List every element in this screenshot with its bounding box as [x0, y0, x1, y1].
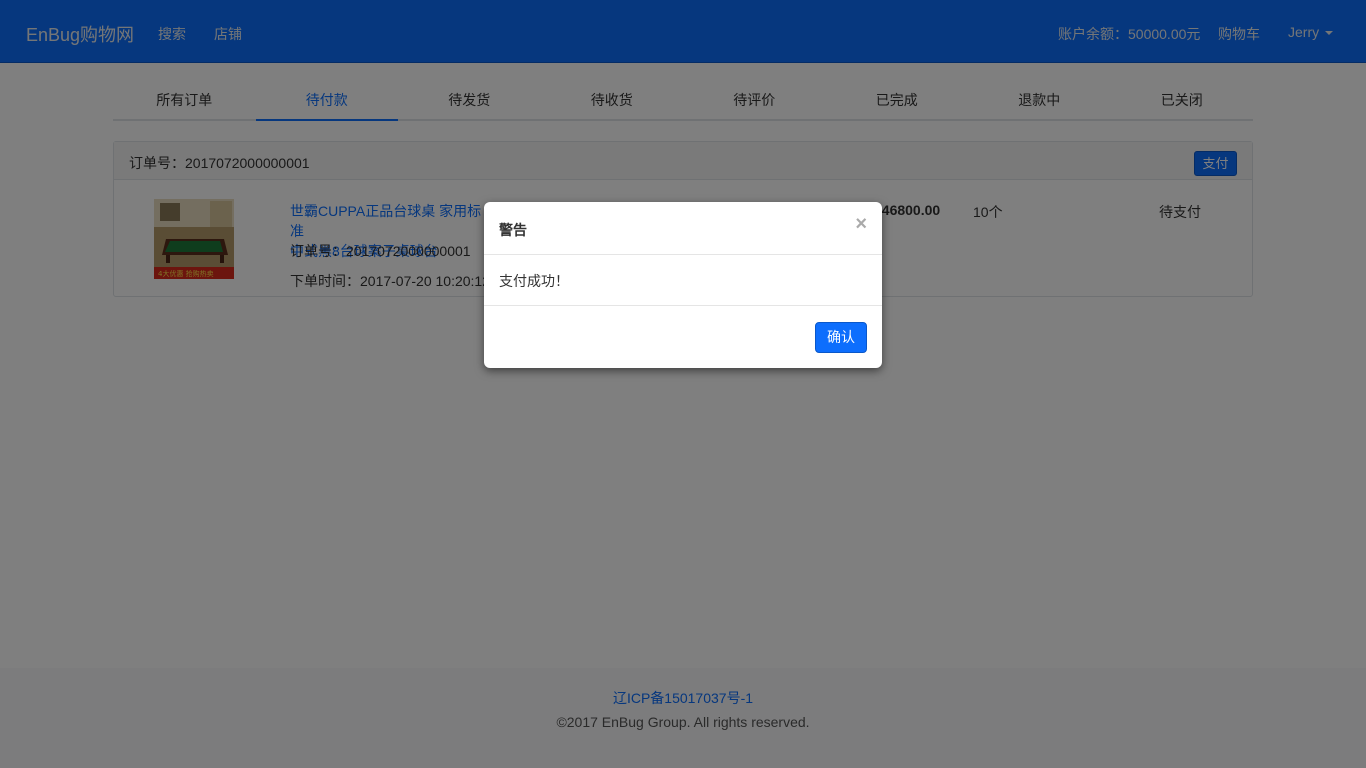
close-icon[interactable]: ×: [855, 214, 867, 234]
modal-body: 支付成功！: [484, 255, 882, 306]
modal-backdrop[interactable]: [0, 0, 1366, 768]
modal-title: 警告: [499, 222, 527, 238]
page: EnBug购物网 搜索 店铺 账户余额：50000.00元 购物车 Jerry …: [0, 0, 1366, 768]
modal-message: 支付成功！: [499, 273, 569, 289]
confirm-button[interactable]: 确认: [815, 322, 867, 353]
modal-footer: 确认: [484, 306, 882, 368]
modal-header: 警告 ×: [484, 202, 882, 255]
alert-modal: 警告 × 支付成功！ 确认: [484, 202, 882, 368]
